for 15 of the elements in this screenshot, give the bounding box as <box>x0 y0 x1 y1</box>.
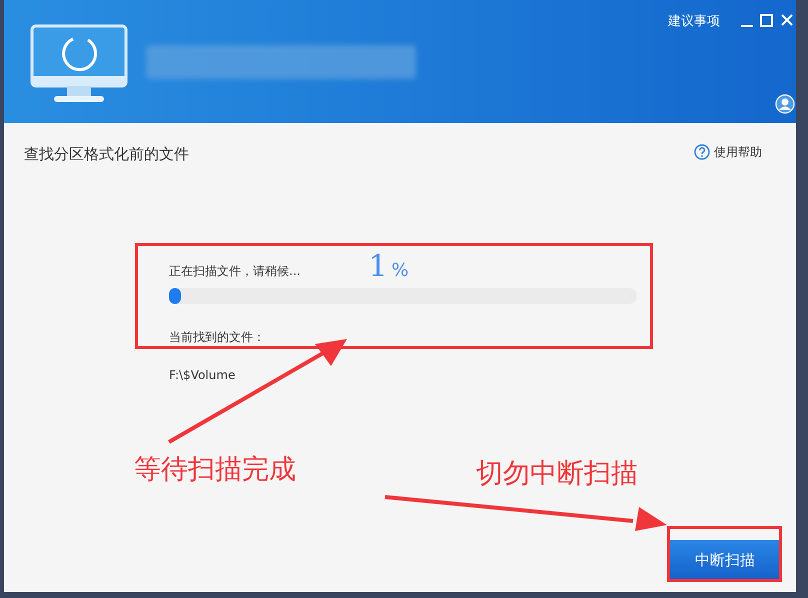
percent-sign: % <box>392 262 409 280</box>
help-link[interactable]: 使用帮助 <box>694 143 762 161</box>
found-files-label: 当前找到的文件： <box>169 328 266 346</box>
help-icon <box>694 144 710 160</box>
annotation-text: 等待扫描完成 <box>134 453 296 487</box>
percent-value: 1 <box>368 252 388 282</box>
user-icon[interactable] <box>775 94 795 114</box>
maximize-icon[interactable] <box>760 14 773 27</box>
current-file-path: F:\$Volume <box>169 366 236 384</box>
page-title: 查找分区格式化前的文件 <box>24 144 189 165</box>
stop-scan-button[interactable]: 中断扫描 <box>670 540 780 580</box>
scan-status: 正在扫描文件，请稍候... <box>169 262 300 280</box>
close-icon[interactable] <box>781 14 793 26</box>
annotation-text: 切勿中断扫描 <box>476 457 638 491</box>
feedback-link[interactable]: 建议事项 <box>668 12 720 32</box>
